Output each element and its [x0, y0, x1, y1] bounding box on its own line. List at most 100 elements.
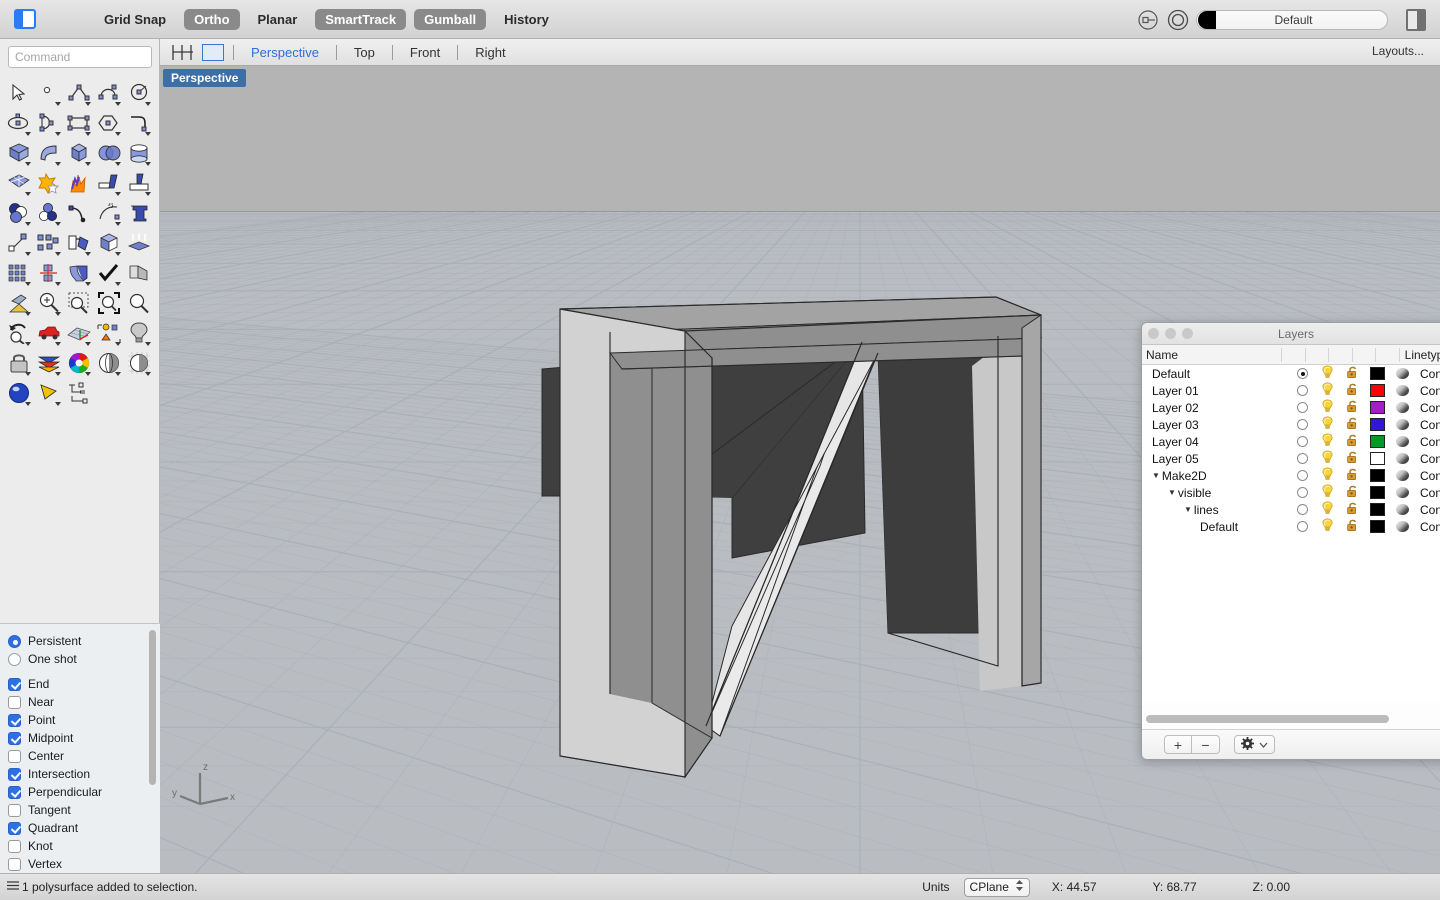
- checkbox-perpendicular[interactable]: [8, 785, 21, 799]
- check-icon[interactable]: [94, 258, 124, 288]
- layer-row[interactable]: Layer 03 Conti: [1142, 416, 1440, 433]
- layer-visibility-cell[interactable]: [1315, 518, 1340, 535]
- current-layer-radio[interactable]: [1297, 402, 1308, 413]
- zoom-selected-icon[interactable]: [94, 288, 124, 318]
- flip-icon[interactable]: [34, 258, 64, 288]
- layer-material-cell[interactable]: [1390, 487, 1415, 498]
- boolean-difference-icon[interactable]: [4, 198, 34, 228]
- tab-perspective[interactable]: Perspective: [243, 43, 327, 62]
- toggle-planar[interactable]: Planar: [248, 9, 308, 30]
- layer-color-cell[interactable]: [1365, 452, 1390, 465]
- layer-linetype[interactable]: Conti: [1415, 503, 1440, 517]
- curve-tool-icon[interactable]: [64, 198, 94, 228]
- ellipse-icon[interactable]: [4, 108, 34, 138]
- left-panel-toggle-icon[interactable]: [14, 9, 36, 29]
- osnap-mode-one-shot[interactable]: One shot: [8, 650, 160, 668]
- layer-linetype[interactable]: Conti: [1415, 367, 1440, 381]
- toggle-smarttrack[interactable]: SmartTrack: [315, 8, 407, 30]
- unlocked-padlock-icon[interactable]: [1346, 501, 1360, 518]
- layer-color-swatch[interactable]: [1370, 503, 1385, 516]
- offset-surface-icon[interactable]: [94, 168, 124, 198]
- zoom-window-icon[interactable]: [64, 288, 94, 318]
- curve-icon[interactable]: [94, 78, 124, 108]
- sphere-boolean-icon[interactable]: [94, 138, 124, 168]
- layer-linetype[interactable]: Conti: [1415, 401, 1440, 415]
- layer-name-cell[interactable]: ▼ visible: [1142, 486, 1290, 500]
- layer-color-swatch[interactable]: [1370, 367, 1385, 380]
- layer-color-cell[interactable]: [1365, 520, 1390, 533]
- checkbox-intersection[interactable]: [8, 767, 21, 781]
- cplane-icon[interactable]: [64, 318, 94, 348]
- paint-bucket-icon[interactable]: [4, 288, 34, 318]
- column-lock[interactable]: [1328, 347, 1352, 362]
- checkbox-point[interactable]: [8, 713, 21, 727]
- layer-current-cell[interactable]: [1290, 419, 1315, 430]
- layer-row[interactable]: ▼lines Conti: [1142, 501, 1440, 518]
- viewport-label[interactable]: Perspective: [163, 69, 247, 87]
- osnap-tangent[interactable]: Tangent: [8, 801, 160, 819]
- layer-color-cell[interactable]: [1365, 486, 1390, 499]
- layer-name-cell[interactable]: Layer 04: [1142, 435, 1290, 449]
- layer-material-cell[interactable]: [1390, 504, 1415, 515]
- extrude-arrows-icon[interactable]: [124, 228, 154, 258]
- column-material[interactable]: [1375, 347, 1399, 362]
- checkbox-vertex[interactable]: [8, 857, 21, 871]
- layer-name-cell[interactable]: Default: [1142, 520, 1290, 534]
- surface-from-curves-icon[interactable]: [4, 138, 34, 168]
- checkbox-center[interactable]: [8, 749, 21, 763]
- layer-color-cell[interactable]: [1365, 418, 1390, 431]
- material-sphere-icon[interactable]: [1396, 504, 1409, 515]
- osnap-near[interactable]: Near: [8, 693, 160, 711]
- layer-lock-cell[interactable]: [1340, 518, 1365, 535]
- layer-color-swatch[interactable]: [1370, 418, 1385, 431]
- light-bulb-icon[interactable]: [1320, 399, 1335, 416]
- surface-grid-icon[interactable]: [4, 168, 34, 198]
- unlocked-padlock-icon[interactable]: [1346, 450, 1360, 467]
- layers-options-button[interactable]: [1234, 735, 1275, 754]
- layer-material-cell[interactable]: [1390, 419, 1415, 430]
- lock-icon[interactable]: [4, 348, 34, 378]
- record-history-icon[interactable]: [1166, 8, 1190, 32]
- light-bulb-icon[interactable]: [1320, 450, 1335, 467]
- polyline-icon[interactable]: [64, 78, 94, 108]
- tab-front[interactable]: Front: [402, 43, 448, 62]
- text-icon[interactable]: [124, 198, 154, 228]
- layer-color-swatch[interactable]: [1370, 384, 1385, 397]
- command-input[interactable]: [8, 46, 152, 68]
- current-layer-radio[interactable]: [1297, 504, 1308, 515]
- layer-lock-cell[interactable]: [1340, 467, 1365, 484]
- material-selector[interactable]: Default: [1196, 9, 1388, 30]
- layer-visibility-cell[interactable]: [1315, 450, 1340, 467]
- layer-visibility-cell[interactable]: [1315, 399, 1340, 416]
- current-layer-radio[interactable]: [1297, 436, 1308, 447]
- current-layer-radio[interactable]: [1297, 470, 1308, 481]
- layer-name-cell[interactable]: Layer 01: [1142, 384, 1290, 398]
- tab-top[interactable]: Top: [346, 43, 383, 62]
- unlocked-padlock-icon[interactable]: [1346, 399, 1360, 416]
- scrollbar-thumb[interactable]: [1146, 715, 1389, 723]
- layers-titlebar[interactable]: Layers: [1142, 323, 1440, 345]
- layer-lock-cell[interactable]: [1340, 365, 1365, 382]
- single-view-layout-icon[interactable]: [202, 43, 224, 61]
- layer-visibility-cell[interactable]: [1315, 416, 1340, 433]
- material-sphere-icon[interactable]: [1396, 453, 1409, 464]
- checkbox-quadrant[interactable]: [8, 821, 21, 835]
- layer-material-cell[interactable]: [1390, 521, 1415, 532]
- checkbox-end[interactable]: [8, 677, 21, 691]
- layer-lock-cell[interactable]: [1340, 450, 1365, 467]
- cap-solid-icon[interactable]: [94, 228, 124, 258]
- osnap-scrollbar[interactable]: [149, 630, 156, 830]
- rectangular-array-icon[interactable]: [4, 258, 34, 288]
- zoom-icon[interactable]: [124, 288, 154, 318]
- layer-color-swatch[interactable]: [1370, 469, 1385, 482]
- layers-horizontal-scrollbar[interactable]: [1146, 715, 1440, 723]
- tab-right[interactable]: Right: [467, 43, 513, 62]
- unlocked-padlock-icon[interactable]: [1346, 467, 1360, 484]
- layer-name-cell[interactable]: Layer 03: [1142, 418, 1290, 432]
- layer-row[interactable]: Default Conti: [1142, 365, 1440, 382]
- layer-material-cell[interactable]: [1390, 453, 1415, 464]
- pan-vehicle-icon[interactable]: [34, 318, 64, 348]
- expand-triangle-icon[interactable]: ▼: [1168, 488, 1176, 497]
- layer-visibility-cell[interactable]: [1315, 467, 1340, 484]
- color-wheel-icon[interactable]: [64, 348, 94, 378]
